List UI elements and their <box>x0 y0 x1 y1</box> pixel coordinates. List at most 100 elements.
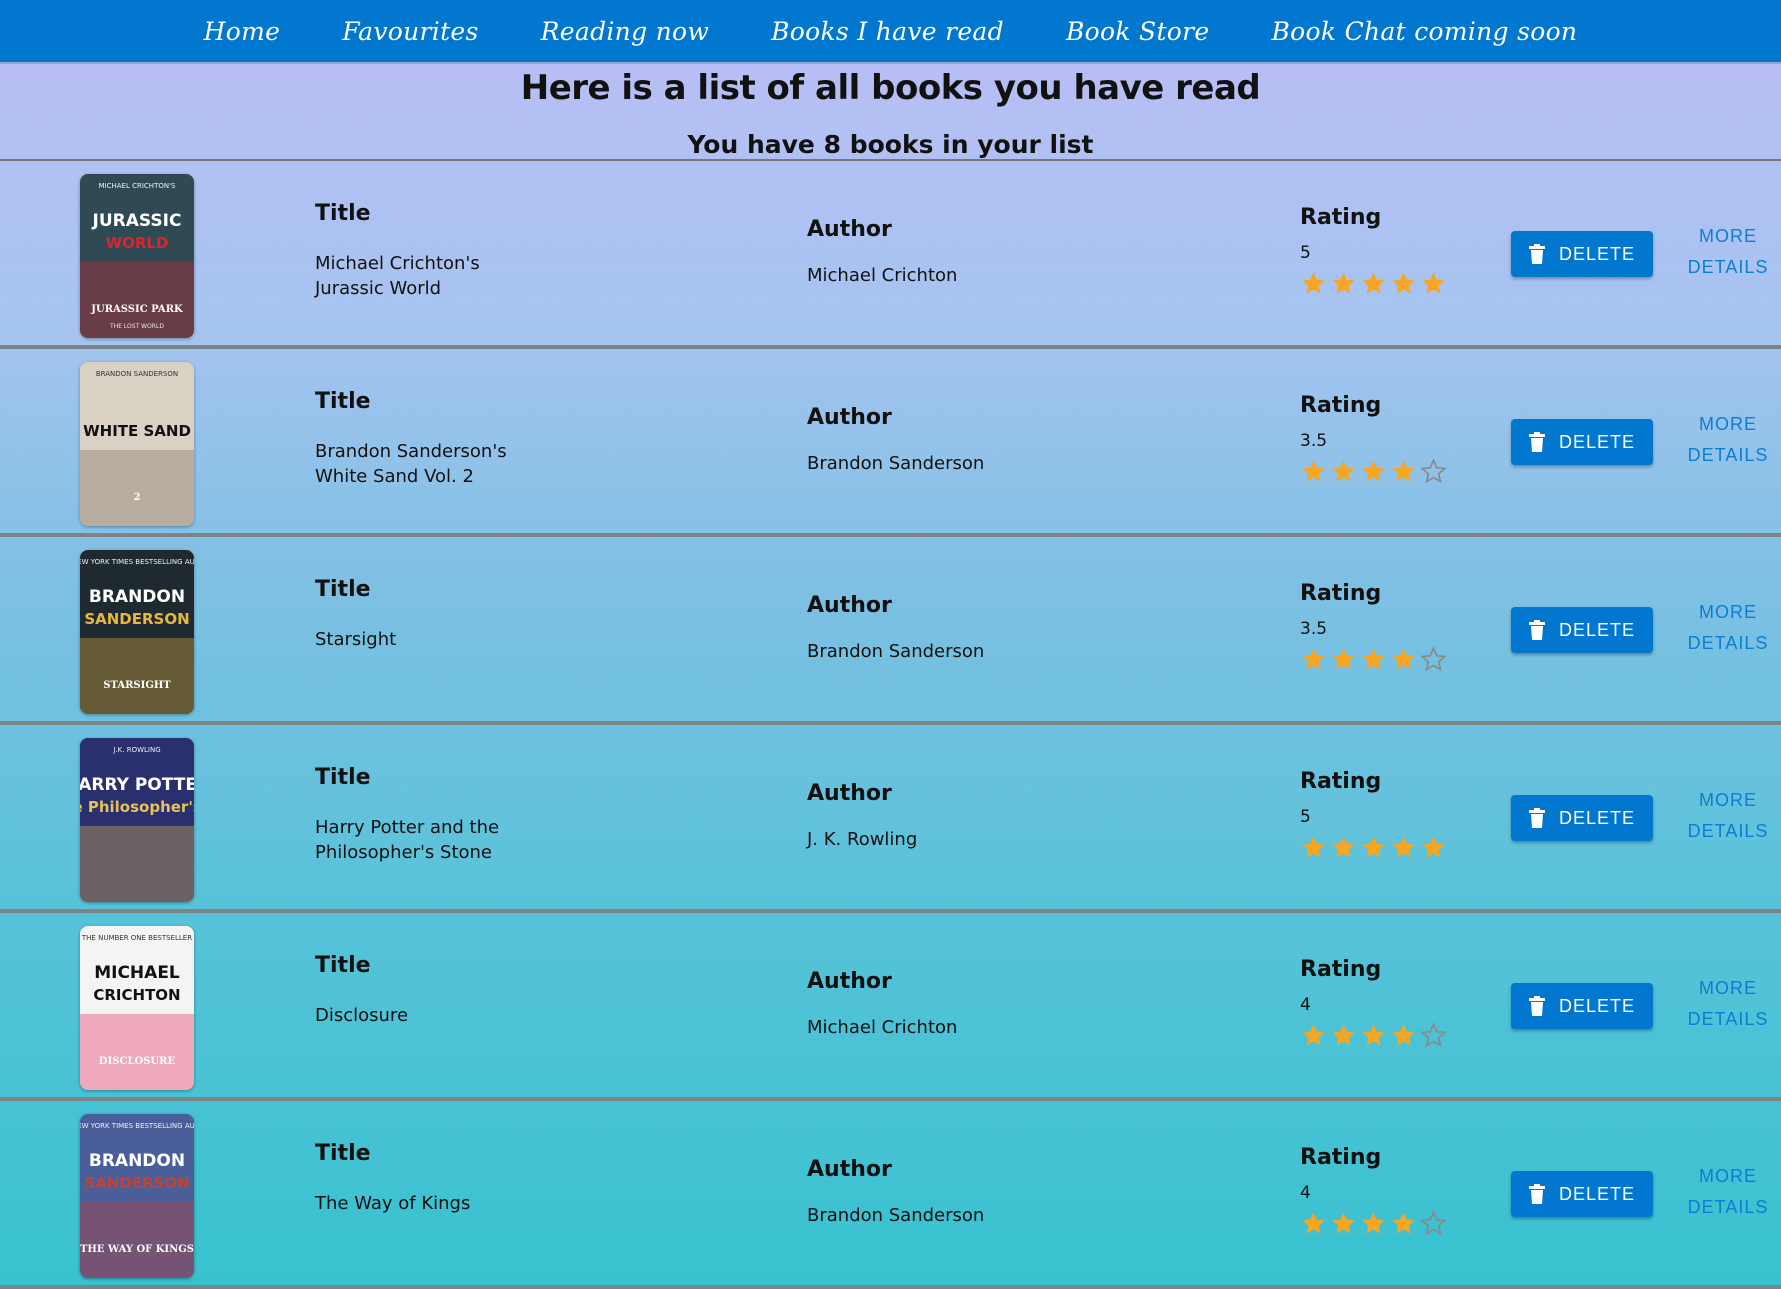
delete-label: DELETE <box>1558 807 1636 828</box>
svg-text:JURASSIC: JURASSIC <box>92 211 182 231</box>
star-filled-icon[interactable] <box>1300 1210 1327 1237</box>
star-filled-icon[interactable] <box>1360 1022 1387 1049</box>
svg-text:BRANDON: BRANDON <box>89 1151 185 1171</box>
more-details-button[interactable]: MORE DETAILS <box>1682 785 1774 847</box>
trash-icon <box>1528 620 1545 640</box>
more-details-button[interactable]: MORE DETAILS <box>1682 409 1774 471</box>
svg-text:MICHAEL CRICHTON'S: MICHAEL CRICHTON'S <box>99 182 177 190</box>
title-label: Title <box>315 201 371 226</box>
rating-value: 5 <box>1300 807 1311 827</box>
star-empty-icon[interactable] <box>1420 646 1447 673</box>
svg-text:THE LOST WORLD: THE LOST WORLD <box>109 323 164 330</box>
nav-books-read[interactable]: Books I have read <box>771 17 1004 46</box>
star-filled-icon[interactable] <box>1390 270 1417 297</box>
star-filled-icon[interactable] <box>1330 270 1357 297</box>
book-row: THE NUMBER ONE BESTSELLER MICHAEL CRICHT… <box>0 913 1781 1101</box>
svg-text:MICHAEL: MICHAEL <box>94 963 180 983</box>
nav-home[interactable]: Home <box>204 17 281 46</box>
star-filled-icon[interactable] <box>1360 270 1387 297</box>
svg-text:CRICHTON: CRICHTON <box>93 986 180 1004</box>
rating-value: 4 <box>1300 995 1311 1015</box>
star-filled-icon[interactable] <box>1420 834 1447 861</box>
star-filled-icon[interactable] <box>1330 834 1357 861</box>
rating-value: 5 <box>1300 243 1311 263</box>
svg-text:#1 NEW YORK TIMES BESTSELLING: #1 NEW YORK TIMES BESTSELLING AUTHOR <box>80 558 194 566</box>
delete-button[interactable]: DELETE <box>1511 1171 1653 1217</box>
nav-favourites[interactable]: Favourites <box>342 17 478 46</box>
star-filled-icon[interactable] <box>1390 1022 1417 1049</box>
title-label: Title <box>315 1141 371 1166</box>
book-row: BRANDON SANDERSON WHITE SAND 2 Title Bra… <box>0 349 1781 537</box>
star-filled-icon[interactable] <box>1390 1210 1417 1237</box>
book-author: Brandon Sanderson <box>807 641 985 662</box>
star-filled-icon[interactable] <box>1330 458 1357 485</box>
book-cover: BRANDON SANDERSON WHITE SAND 2 <box>80 362 194 526</box>
delete-label: DELETE <box>1558 1183 1636 1204</box>
author-label: Author <box>807 217 892 242</box>
book-row: MICHAEL CRICHTON'S JURASSIC WORLD JURASS… <box>0 161 1781 349</box>
delete-button[interactable]: DELETE <box>1511 607 1653 653</box>
svg-text:J.K. ROWLING: J.K. ROWLING <box>112 746 160 754</box>
star-rating[interactable] <box>1300 458 1447 485</box>
book-author: Brandon Sanderson <box>807 453 985 474</box>
star-rating[interactable] <box>1300 646 1447 673</box>
rating-label: Rating <box>1300 581 1382 606</box>
star-filled-icon[interactable] <box>1330 646 1357 673</box>
delete-button[interactable]: DELETE <box>1511 419 1653 465</box>
author-label: Author <box>807 1157 892 1182</box>
star-filled-icon[interactable] <box>1300 458 1327 485</box>
book-count: You have 8 books in your list <box>687 130 1094 159</box>
star-rating[interactable] <box>1300 1210 1447 1237</box>
star-filled-icon[interactable] <box>1330 1210 1357 1237</box>
star-filled-icon[interactable] <box>1300 270 1327 297</box>
star-rating[interactable] <box>1300 834 1447 861</box>
star-filled-icon[interactable] <box>1360 1210 1387 1237</box>
more-details-button[interactable]: MORE DETAILS <box>1682 1161 1774 1223</box>
author-label: Author <box>807 405 892 430</box>
star-filled-icon[interactable] <box>1390 646 1417 673</box>
more-details-button[interactable]: MORE DETAILS <box>1682 221 1774 283</box>
delete-button[interactable]: DELETE <box>1511 795 1653 841</box>
book-row: #1 NEW YORK TIMES BESTSELLING AUTHOR BRA… <box>0 537 1781 725</box>
more-details-button[interactable]: MORE DETAILS <box>1682 973 1774 1035</box>
delete-button[interactable]: DELETE <box>1511 983 1653 1029</box>
book-cover-image: #1 NEW YORK TIMES BESTSELLING AUTHOR BRA… <box>80 550 194 714</box>
book-title: Brandon Sanderson's White Sand Vol. 2 <box>315 441 507 487</box>
title-label: Title <box>315 953 371 978</box>
nav-book-chat[interactable]: Book Chat coming soon <box>1272 17 1578 46</box>
rating-label: Rating <box>1300 769 1382 794</box>
star-rating[interactable] <box>1300 270 1447 297</box>
book-author: Michael Crichton <box>807 1017 958 1038</box>
star-empty-icon[interactable] <box>1420 1210 1447 1237</box>
book-cover-image: THE NUMBER ONE BESTSELLER MICHAEL CRICHT… <box>80 926 194 1090</box>
svg-text:BRANDON SANDERSON: BRANDON SANDERSON <box>96 370 178 378</box>
star-filled-icon[interactable] <box>1330 1022 1357 1049</box>
svg-text:WORLD: WORLD <box>106 234 169 252</box>
star-empty-icon[interactable] <box>1420 1022 1447 1049</box>
delete-label: DELETE <box>1558 431 1636 452</box>
star-filled-icon[interactable] <box>1360 646 1387 673</box>
star-filled-icon[interactable] <box>1300 834 1327 861</box>
book-author: Michael Crichton <box>807 265 958 286</box>
author-label: Author <box>807 593 892 618</box>
svg-text:WHITE SAND: WHITE SAND <box>83 422 191 440</box>
star-rating[interactable] <box>1300 1022 1447 1049</box>
star-empty-icon[interactable] <box>1420 458 1447 485</box>
star-filled-icon[interactable] <box>1300 1022 1327 1049</box>
star-filled-icon[interactable] <box>1390 458 1417 485</box>
star-filled-icon[interactable] <box>1360 834 1387 861</box>
more-details-button[interactable]: MORE DETAILS <box>1682 597 1774 659</box>
star-filled-icon[interactable] <box>1360 458 1387 485</box>
delete-button[interactable]: DELETE <box>1511 231 1653 277</box>
book-cover-image: #1 NEW YORK TIMES BESTSELLING AUTHOR BRA… <box>80 1114 194 1278</box>
page-header: Here is a list of all books you have rea… <box>0 64 1781 161</box>
star-filled-icon[interactable] <box>1390 834 1417 861</box>
star-filled-icon[interactable] <box>1300 646 1327 673</box>
author-label: Author <box>807 969 892 994</box>
nav-book-store[interactable]: Book Store <box>1066 17 1210 46</box>
star-filled-icon[interactable] <box>1420 270 1447 297</box>
rating-value: 3.5 <box>1300 431 1328 451</box>
nav-reading-now[interactable]: Reading now <box>541 17 709 46</box>
book-title: Harry Potter and the Philosopher's Stone <box>315 817 500 863</box>
title-label: Title <box>315 577 371 602</box>
